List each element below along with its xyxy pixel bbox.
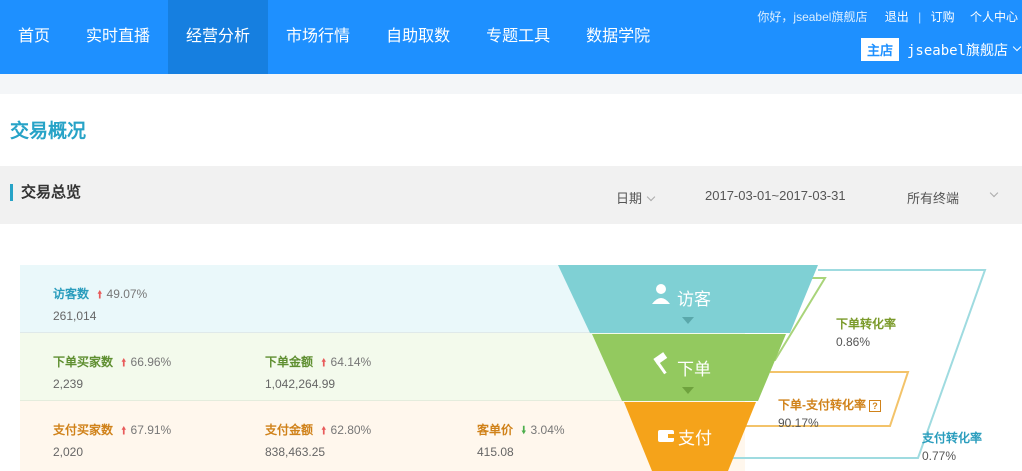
date-range-picker[interactable]: 2017-03-01~2017-03-31 [705,188,846,203]
top-nav-bar: 首页 实时直播 经营分析 市场行情 自助取数 专题工具 数据学院 你好，jsea… [0,0,1022,74]
order-row: 下单买家数 🠙 66.96% 2,239 下单金额 🠙 64.14% 1,042,264… [20,333,745,401]
shop-name: jseabel旗舰店 [906,42,1008,59]
nav-item-home[interactable]: 首页 [0,0,68,74]
metric-value: 838,463.25 [265,445,326,459]
metric-label: 下单金额 [265,355,314,369]
order-buyers-metric: 下单买家数 🠙 66.96% 2,239 [53,353,171,391]
metric-change: 66.96% [130,355,172,369]
terminal-select[interactable]: 所有终端 [907,188,959,207]
metric-label: 支付买家数 [53,423,114,437]
metric-label: 客单价 [477,423,514,437]
unit-price-metric: 客单价 🠛 3.04% 415.08 [477,421,565,459]
date-label: 日期 [616,191,643,206]
metric-change: 62.80% [330,423,372,437]
main-nav: 首页 实时直播 经营分析 市场行情 自助取数 专题工具 数据学院 [0,0,668,74]
order-rate-connector [760,277,827,361]
metric-label: 支付金额 [265,423,314,437]
page-title: 交易概况 [10,121,87,142]
pay-buyers-metric: 支付买家数 🠙 67.91% 2,020 [53,421,171,459]
metric-change: 49.07% [106,287,148,301]
pay-amount-metric: 支付金额 🠙 62.80% 838,463.25 [265,421,371,459]
metric-change: 64.14% [330,355,372,369]
nav-item-business-analysis[interactable]: 经营分析 [168,0,269,74]
metric-value: 2,239 [53,377,84,391]
metric-label: 访客数 [53,287,90,301]
chevron-down-icon[interactable] [989,188,999,198]
up-arrow-icon: 🠙 [121,357,127,369]
up-arrow-icon: 🠙 [97,289,103,301]
shop-switcher[interactable]: 主店 jseabel旗舰店 [860,38,1022,61]
nav-item-tools[interactable]: 专题工具 [468,0,568,74]
visitor-row: 访客数 🠙 49.07% 261,014 [20,265,745,333]
nav-item-market[interactable]: 市场行情 [268,0,368,74]
logout-link[interactable]: 退出 [885,10,909,24]
metric-value: 2,020 [53,445,84,459]
metric-value: 415.08 [477,445,514,459]
up-arrow-icon: 🠙 [321,425,327,437]
metric-change: 67.91% [130,423,172,437]
down-arrow-icon: 🠛 [521,425,527,437]
user-bar: 你好，jseabel旗舰店 退出 | 订购 个人中心 [751,8,1018,25]
metric-label: 下单买家数 [53,355,114,369]
sub-strip [0,74,1022,94]
conversion-label: 支付转化率 [922,431,983,445]
metric-change: 3.04% [530,423,565,437]
personal-center-link[interactable]: 个人中心 [970,10,1018,24]
main-shop-badge: 主店 [860,38,899,61]
nav-item-academy[interactable]: 数据学院 [568,0,668,74]
visitors-metric: 访客数 🠙 49.07% 261,014 [53,285,147,323]
conversion-label-wrap: 下单-支付转化率? [778,396,881,413]
metric-value: 1,042,264.99 [265,377,336,391]
up-arrow-icon: 🠙 [121,425,127,437]
help-icon[interactable]: ? [869,400,881,412]
order-pay-conversion: 下单-支付转化率? 90.17% [778,396,881,430]
divider: | [918,10,922,24]
metric-value: 261,014 [53,309,97,323]
nav-item-self-service[interactable]: 自助取数 [368,0,468,74]
section-header: 交易总览 日期 2017-03-01~2017-03-31 所有终端 [0,166,1022,224]
conversion-value: 0.86% [836,335,871,349]
payment-row: 支付买家数 🠙 67.91% 2,020 支付金额 🠙 62.80% 838,463.2… [20,401,745,471]
conversion-value: 0.77% [922,449,957,463]
greeting-text: 你好，jseabel旗舰店 [757,10,868,24]
conversion-value: 90.17% [778,416,819,430]
section-title: 交易总览 [10,184,81,201]
chevron-down-icon [1012,42,1022,51]
subscribe-link[interactable]: 订购 [931,10,955,24]
date-dropdown[interactable]: 日期 [616,188,656,207]
conversion-label: 下单转化率 [836,317,897,331]
conversion-label: 下单-支付转化率 [778,398,866,412]
pay-conversion: 支付转化率 0.77% [922,429,982,463]
order-conversion: 下单转化率 0.86% [836,315,896,349]
nav-item-live[interactable]: 实时直播 [68,0,168,74]
order-amount-metric: 下单金额 🠙 64.14% 1,042,264.99 [265,353,371,391]
up-arrow-icon: 🠙 [321,357,327,369]
chevron-down-icon [646,192,656,202]
